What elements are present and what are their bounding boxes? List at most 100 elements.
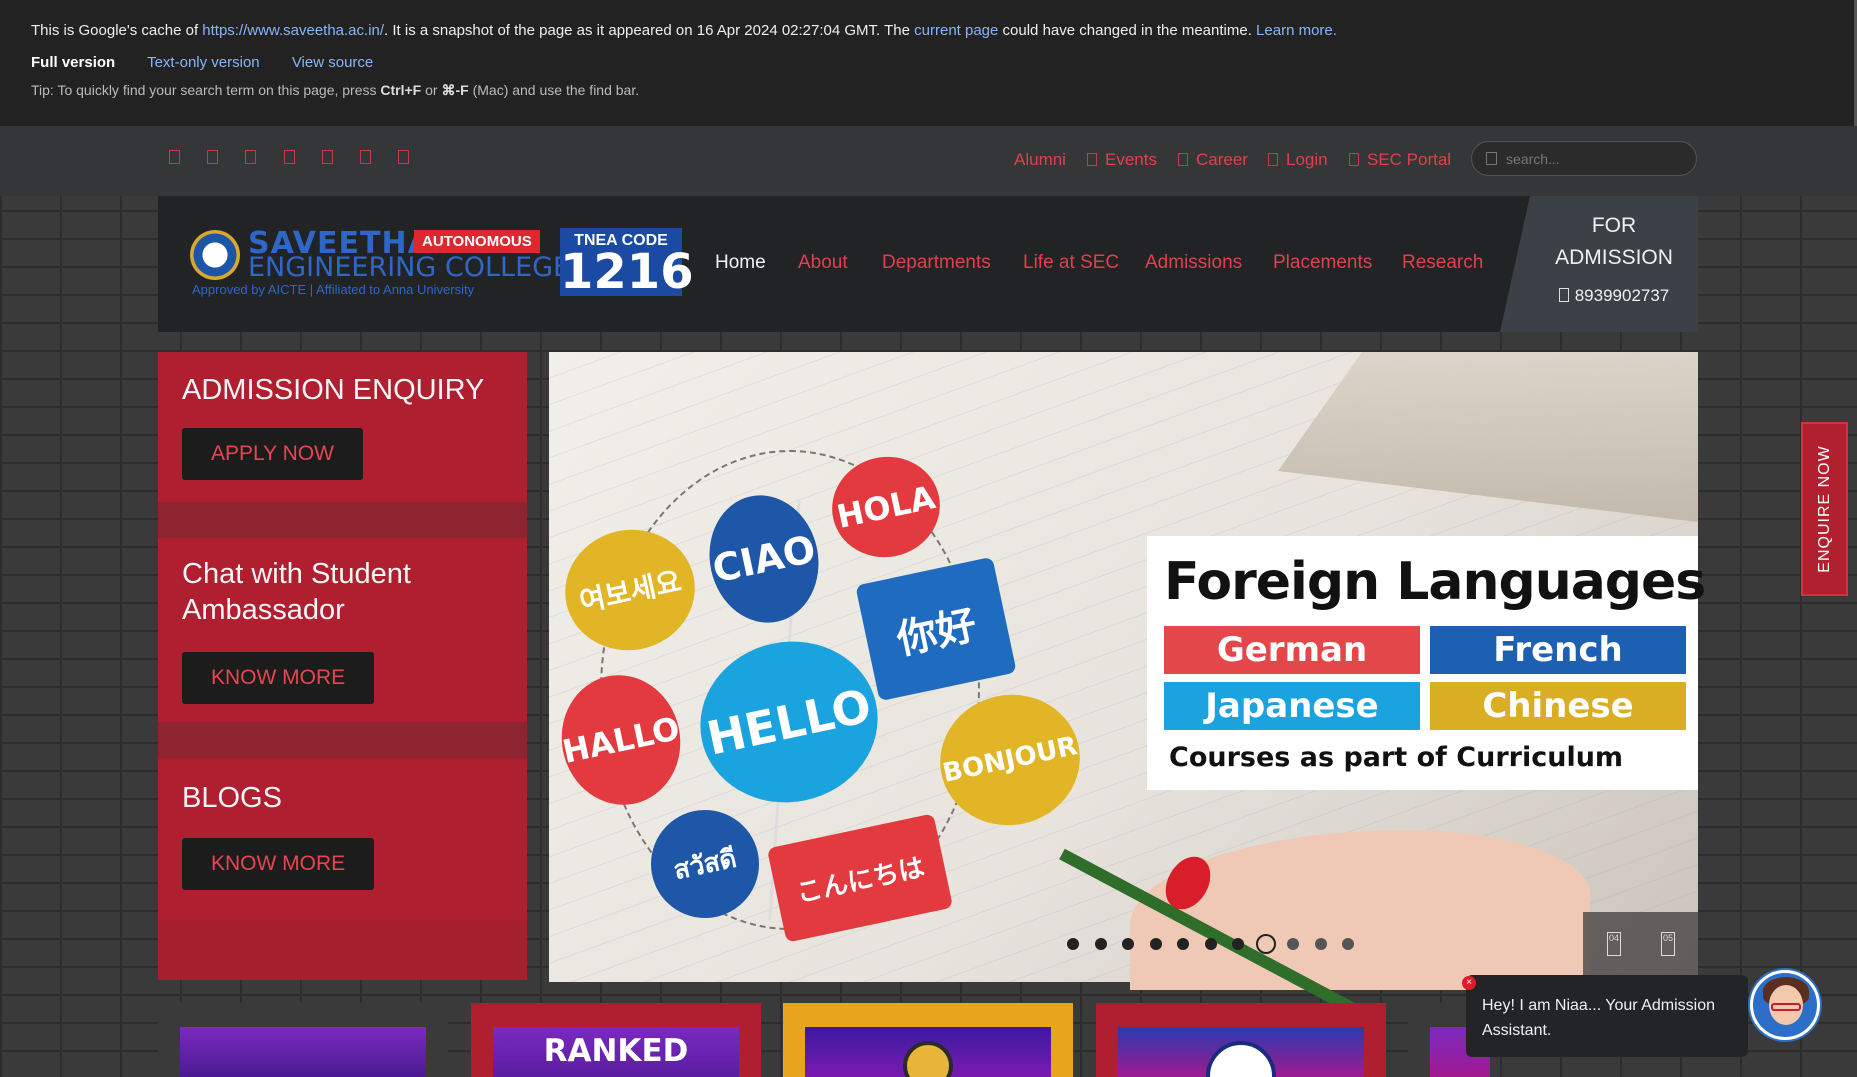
text-only-link[interactable]: Text-only version	[147, 54, 260, 71]
college-logo[interactable]: SAVEETHA AUTONOMOUS ENGINEERING COLLEGE …	[190, 226, 570, 302]
slider-dot[interactable]	[1287, 938, 1299, 950]
slider-prev-button[interactable]: 04	[1607, 932, 1621, 956]
assistant-avatar[interactable]	[1750, 970, 1820, 1040]
admission-box-line2: ADMISSION	[1555, 246, 1673, 269]
instagram-icon[interactable]	[245, 150, 256, 164]
slider-next-button[interactable]: 05	[1661, 932, 1675, 956]
card-image	[805, 1027, 1051, 1077]
cache-notice-text: could have changed in the meantime.	[998, 22, 1257, 39]
slider-dot[interactable]	[1122, 938, 1134, 950]
tip-text: Tip: To quickly find your search term on…	[31, 82, 381, 98]
learn-more-link[interactable]: Learn more.	[1256, 22, 1337, 39]
facebook-icon[interactable]	[169, 150, 180, 164]
briefcase-icon	[1178, 153, 1188, 166]
tnea-code: 1216	[560, 244, 694, 300]
card-ranked[interactable]: RANKED	[471, 1003, 761, 1077]
cached-url-link[interactable]: https://www.saveetha.ac.in/	[202, 22, 384, 39]
linkedin-icon[interactable]	[284, 150, 295, 164]
youtube-icon[interactable]	[322, 150, 333, 164]
card-image	[180, 1027, 426, 1077]
top-link-label: Alumni	[1014, 150, 1066, 169]
language-french: French	[1430, 626, 1686, 674]
nav-life-at-sec[interactable]: Life at SEC	[1023, 252, 1119, 274]
slider-dot[interactable]	[1314, 938, 1327, 950]
top-link-alumni[interactable]: Alumni	[1014, 150, 1066, 170]
promo-title: Foreign Languages	[1164, 552, 1706, 612]
card-accreditation[interactable]	[1096, 1003, 1386, 1077]
slider-dot[interactable]	[1067, 938, 1079, 950]
nav-placements[interactable]: Placements	[1273, 252, 1372, 274]
apply-now-button[interactable]: APPLY NOW	[182, 428, 363, 480]
slider-dot[interactable]	[1342, 938, 1354, 950]
blogs-know-more-button[interactable]: KNOW MORE	[182, 838, 375, 890]
grade-seal-icon	[903, 1041, 953, 1077]
panel-divider	[158, 502, 527, 538]
nav-admissions[interactable]: Admissions	[1145, 252, 1242, 274]
card-ranked-text: RANKED	[543, 1033, 689, 1069]
full-version-label: Full version	[31, 54, 116, 71]
slider-next-label: 05	[1662, 933, 1673, 943]
search-icon[interactable]	[1486, 152, 1497, 165]
search-input[interactable]	[1506, 149, 1686, 169]
slider-dot[interactable]	[1149, 938, 1162, 950]
card-stadium[interactable]	[158, 1003, 448, 1077]
tip-text: or	[421, 82, 442, 98]
admission-contact-box[interactable]: FOR ADMISSION 8939902737	[1500, 196, 1698, 332]
cache-notice-text: . It is a snapshot of the page as it app…	[384, 22, 915, 39]
slider-dot[interactable]	[1232, 938, 1244, 950]
logo-subtitle: Approved by AICTE | Affiliated to Anna U…	[192, 282, 475, 297]
close-icon[interactable]: ×	[1462, 976, 1476, 990]
blogs-section: BLOGS KNOW MORE	[158, 760, 527, 920]
language-german: German	[1164, 626, 1420, 674]
search-box	[1471, 141, 1697, 176]
top-link-label: Login	[1286, 150, 1328, 169]
user-icon	[1268, 153, 1278, 166]
nav-departments[interactable]: Departments	[882, 252, 991, 274]
top-link-label: SEC Portal	[1367, 150, 1452, 169]
card-image	[1118, 1027, 1364, 1077]
chat-assistant-bubble[interactable]: Hey! I am Niaa... Your Admission Assista…	[1466, 975, 1748, 1057]
slider-dot[interactable]	[1094, 938, 1107, 950]
slider-controls: 04 05	[1583, 912, 1698, 982]
twitter-icon[interactable]	[207, 150, 218, 164]
nav-home[interactable]: Home	[715, 252, 766, 274]
enquire-now-label: ENQUIRE NOW	[1815, 445, 1833, 573]
cache-notice-text: This is Google's cache of	[31, 22, 203, 39]
admission-phone[interactable]: 8939902737	[1530, 286, 1698, 306]
autonomous-tag: AUTONOMOUS	[414, 230, 540, 253]
phone-number: 8939902737	[1574, 286, 1670, 305]
top-link-career[interactable]: Career	[1178, 150, 1248, 170]
language-chinese: Chinese	[1430, 682, 1686, 730]
foreign-languages-card: Foreign Languages German French Japanese…	[1147, 536, 1706, 790]
chat-message: Hey! I am Niaa... Your Admission Assista…	[1482, 997, 1715, 1039]
slider-dot[interactable]	[1204, 938, 1217, 950]
enquire-now-tab[interactable]: ENQUIRE NOW	[1801, 422, 1848, 596]
card-grade[interactable]	[783, 1003, 1073, 1077]
student-ambassador-section: Chat with Student Ambassador KNOW MORE	[158, 538, 527, 722]
nav-about[interactable]: About	[798, 252, 848, 274]
whatsapp-icon[interactable]	[398, 150, 409, 164]
blogs-title: BLOGS	[182, 782, 282, 814]
top-link-label: Events	[1105, 150, 1157, 169]
admission-enquiry-section: ADMISSION ENQUIRY APPLY NOW	[158, 352, 527, 508]
current-page-link[interactable]: current page	[914, 22, 998, 39]
slider-dot[interactable]	[1177, 938, 1189, 950]
slider-dot[interactable]	[1255, 934, 1276, 954]
view-source-link[interactable]: View source	[292, 54, 373, 71]
pinterest-icon[interactable]	[360, 150, 371, 164]
phone-icon	[1558, 288, 1569, 302]
admission-box-line1: FOR	[1591, 214, 1637, 237]
calendar-icon	[1087, 153, 1097, 166]
panel-divider	[158, 722, 527, 758]
top-link-events[interactable]: Events	[1087, 150, 1157, 170]
college-emblem	[190, 230, 240, 280]
cache-version-links: Full version Text-only version View sour…	[31, 54, 401, 71]
left-red-panel: ADMISSION ENQUIRY APPLY NOW Chat with St…	[158, 352, 527, 980]
card-image: RANKED	[493, 1027, 739, 1077]
language-japanese: Japanese	[1164, 682, 1420, 730]
slider-prev-label: 04	[1608, 933, 1619, 943]
top-link-sec-portal[interactable]: SEC Portal	[1349, 150, 1451, 170]
nav-research[interactable]: Research	[1402, 252, 1483, 274]
ambassador-know-more-button[interactable]: KNOW MORE	[182, 652, 375, 704]
top-link-login[interactable]: Login	[1268, 150, 1328, 170]
